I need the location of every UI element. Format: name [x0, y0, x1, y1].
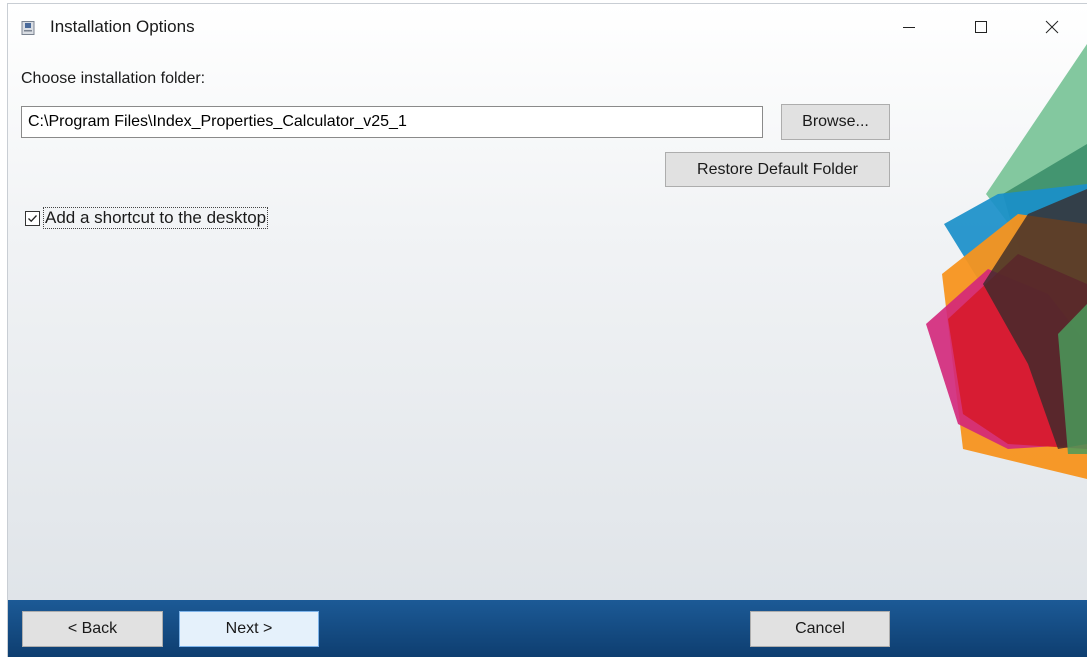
desktop-shortcut-option[interactable]: Add a shortcut to the desktop	[25, 207, 269, 229]
desktop-shortcut-label[interactable]: Add a shortcut to the desktop	[42, 207, 269, 229]
minimize-icon	[903, 27, 915, 28]
installation-folder-input[interactable]	[21, 106, 763, 138]
decorative-polygon-art	[926, 44, 1087, 479]
window-title: Installation Options	[50, 17, 195, 36]
installer-app-icon	[21, 21, 35, 35]
footer-bar: < Back Next > Cancel	[8, 600, 1087, 657]
next-button[interactable]: Next >	[179, 611, 319, 647]
checkmark-icon	[28, 214, 37, 222]
desktop-shortcut-checkbox[interactable]	[25, 210, 40, 226]
browse-button[interactable]: Browse...	[781, 104, 890, 140]
maximize-icon	[975, 21, 987, 33]
close-icon	[1045, 20, 1059, 34]
installation-folder-label: Choose installation folder:	[21, 70, 206, 87]
installer-window: Installation Options Choose installation…	[8, 4, 1087, 657]
back-button[interactable]: < Back	[22, 611, 163, 647]
restore-default-folder-button[interactable]: Restore Default Folder	[665, 152, 890, 187]
cancel-button[interactable]: Cancel	[750, 611, 890, 647]
